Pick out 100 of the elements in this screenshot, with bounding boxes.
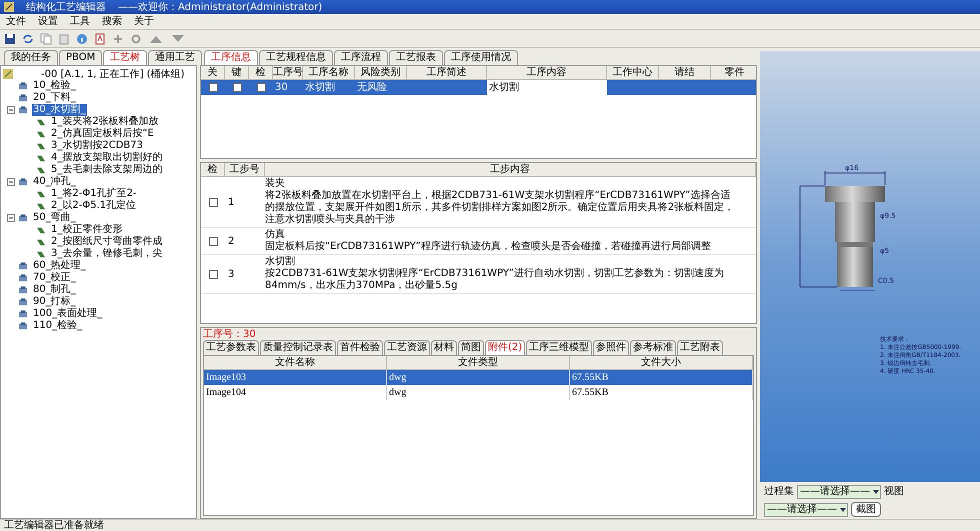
step-title: 水切割 xyxy=(265,256,296,268)
table-row[interactable]: Image103 dwg 67.55KB xyxy=(204,370,753,385)
column-header[interactable]: 工步内容 xyxy=(265,163,756,177)
collapse-toggle[interactable] xyxy=(7,106,15,114)
table-row[interactable]: 30 水切割 无风险 水切割 xyxy=(201,80,756,95)
tab[interactable]: 我的任务 xyxy=(4,50,58,65)
window-title: 结构化工艺编辑器 xyxy=(26,0,106,14)
tab[interactable]: 质量控制记录表 xyxy=(260,340,336,355)
step-icon xyxy=(36,142,47,150)
tab[interactable]: 工艺参数表 xyxy=(203,340,259,355)
tab[interactable]: 工艺树 xyxy=(103,50,148,65)
tab[interactable]: PBOM xyxy=(59,50,102,65)
status-text: 工艺编辑器已准备就绪 xyxy=(4,520,104,531)
tree-item[interactable]: 3_水切割按2CDB73 xyxy=(50,140,144,152)
tab[interactable]: 工序使用情况 xyxy=(444,50,518,65)
tree-item[interactable]: 1_将2-Φ1孔扩至2- xyxy=(50,188,138,200)
tab[interactable]: 首件检验 xyxy=(337,340,383,355)
operation-icon xyxy=(18,94,29,102)
tree-item[interactable]: 4_摆放支架取出切割好的 xyxy=(50,152,164,164)
operation-icon xyxy=(18,106,29,114)
tab[interactable]: 通用工艺 xyxy=(148,50,202,65)
process-set-dropdown[interactable]: ——请选择—— xyxy=(797,484,881,498)
caret-icon xyxy=(839,506,847,514)
table-cell-text: 水切割 xyxy=(304,80,336,95)
table-cell[interactable]: 水切割 xyxy=(487,80,607,95)
app-icon xyxy=(4,2,14,12)
tab[interactable]: 简图 xyxy=(458,340,484,355)
save-icon[interactable] xyxy=(4,32,16,44)
checkbox[interactable] xyxy=(256,83,266,92)
tab[interactable]: 工序信息 xyxy=(204,50,258,65)
tree-item[interactable]: 60_热处理_ xyxy=(32,260,87,272)
tree-item[interactable]: 80_制孔_ xyxy=(32,284,77,296)
step-icon xyxy=(36,118,47,126)
copy-icon[interactable] xyxy=(40,32,52,44)
tree-item[interactable]: 2_以2-Φ5.1孔定位 xyxy=(50,200,138,212)
step-content: 按2CDB731-61W支架水切割程序“ErCDB73161WPY”进行自动水切割，切割工艺参数为：切割速度为84mm/s，出水压力370MPa，出砂量5.5g xyxy=(265,268,725,292)
tree-item[interactable]: 30_水切割_ xyxy=(32,104,87,116)
step-number: 1 xyxy=(227,196,236,210)
tree-item[interactable]: 110_检验_ xyxy=(32,320,84,332)
tree-item[interactable]: 3_去余量，锉修毛刺，尖 xyxy=(50,248,164,260)
tab[interactable]: 参照件 xyxy=(593,340,630,355)
tree-item[interactable]: 100_表面处理_ xyxy=(32,308,104,320)
tab[interactable]: 工艺资源 xyxy=(384,340,430,355)
tree-item[interactable]: 90_打标_ xyxy=(32,296,77,308)
menu-item[interactable]: 文件 xyxy=(6,14,26,29)
tab[interactable]: 工序流程 xyxy=(334,50,388,65)
operation-icon xyxy=(18,214,29,222)
tree-item[interactable]: 1_校正零件变形 xyxy=(50,224,124,236)
tree-item[interactable]: 10_检验_ xyxy=(32,80,77,92)
tree-item[interactable]: 50_弯曲_ xyxy=(32,212,77,224)
column-header[interactable]: 工步号 xyxy=(225,163,265,177)
table-row[interactable]: Image104 dwg 67.55KB xyxy=(204,385,753,400)
tab[interactable]: 工艺报表 xyxy=(389,50,443,65)
collapse-toggle[interactable] xyxy=(7,214,15,222)
step-number: 2 xyxy=(227,234,236,248)
menu-item[interactable]: 工具 xyxy=(70,14,90,29)
step-content: 固定板料后按“ErCDB73161WPY”程序进行轨迹仿真，检查喷头是否会碰撞，若碰撞再进行局部调整 xyxy=(265,241,712,253)
tree-item[interactable]: 2_仿真固定板料后按“E xyxy=(50,128,155,140)
step-title: 仿真 xyxy=(265,229,286,240)
step-icon xyxy=(36,202,47,210)
step-icon xyxy=(36,226,47,234)
operation-icon xyxy=(18,286,29,294)
document-icon xyxy=(3,69,13,79)
checkbox[interactable] xyxy=(208,198,218,206)
caret-icon xyxy=(872,488,880,496)
step-icon xyxy=(36,238,47,246)
tab[interactable]: 工序三维模型 xyxy=(526,340,592,355)
tree-item[interactable]: 2_按图纸尺寸弯曲零件成 xyxy=(50,236,164,248)
checkbox[interactable] xyxy=(208,83,218,92)
table-cell-text: 无风险 xyxy=(356,81,388,95)
table-cell: 67.55KB xyxy=(570,385,753,400)
table-cell: dwg xyxy=(387,385,570,400)
tree-item[interactable]: 40_冲孔_ xyxy=(32,176,77,188)
field-label: 过程集 xyxy=(764,484,794,499)
refresh-icon[interactable] xyxy=(22,32,34,44)
tree-item[interactable]: 5_去毛刺去除支架周边的 xyxy=(50,164,164,176)
menu-item[interactable]: 设置 xyxy=(38,14,58,29)
tree-item[interactable]: 1_装夹将2张板料叠加放 xyxy=(50,116,160,128)
tab[interactable]: 附件(2) xyxy=(485,340,526,355)
menu-item[interactable]: 关于 xyxy=(134,14,154,29)
tree-item[interactable]: 20_下料_ xyxy=(32,92,77,104)
view-dropdown[interactable]: ——请选择—— xyxy=(764,502,848,516)
column-header[interactable]: 检 xyxy=(201,163,225,177)
info-icon[interactable] xyxy=(76,32,88,44)
operation-icon xyxy=(18,310,29,318)
field-label: 视图 xyxy=(884,484,904,499)
checkbox[interactable] xyxy=(208,270,218,278)
checkbox[interactable] xyxy=(232,83,242,92)
tree-item[interactable]: 70_校正_ xyxy=(32,272,77,284)
tab[interactable]: 参考标准 xyxy=(630,340,676,355)
checkbox[interactable] xyxy=(208,236,218,246)
menu-item[interactable]: 搜索 xyxy=(102,14,122,29)
tab[interactable]: 工艺规程信息 xyxy=(259,50,333,65)
operation-icon xyxy=(18,274,29,282)
tab[interactable]: 材料 xyxy=(431,340,457,355)
table-cell: Image104 xyxy=(204,385,387,400)
tab[interactable]: 工艺附表 xyxy=(677,340,724,355)
screenshot-button[interactable]: 截图 xyxy=(851,502,881,517)
operation-icon xyxy=(18,178,29,186)
collapse-toggle[interactable] xyxy=(7,178,15,186)
